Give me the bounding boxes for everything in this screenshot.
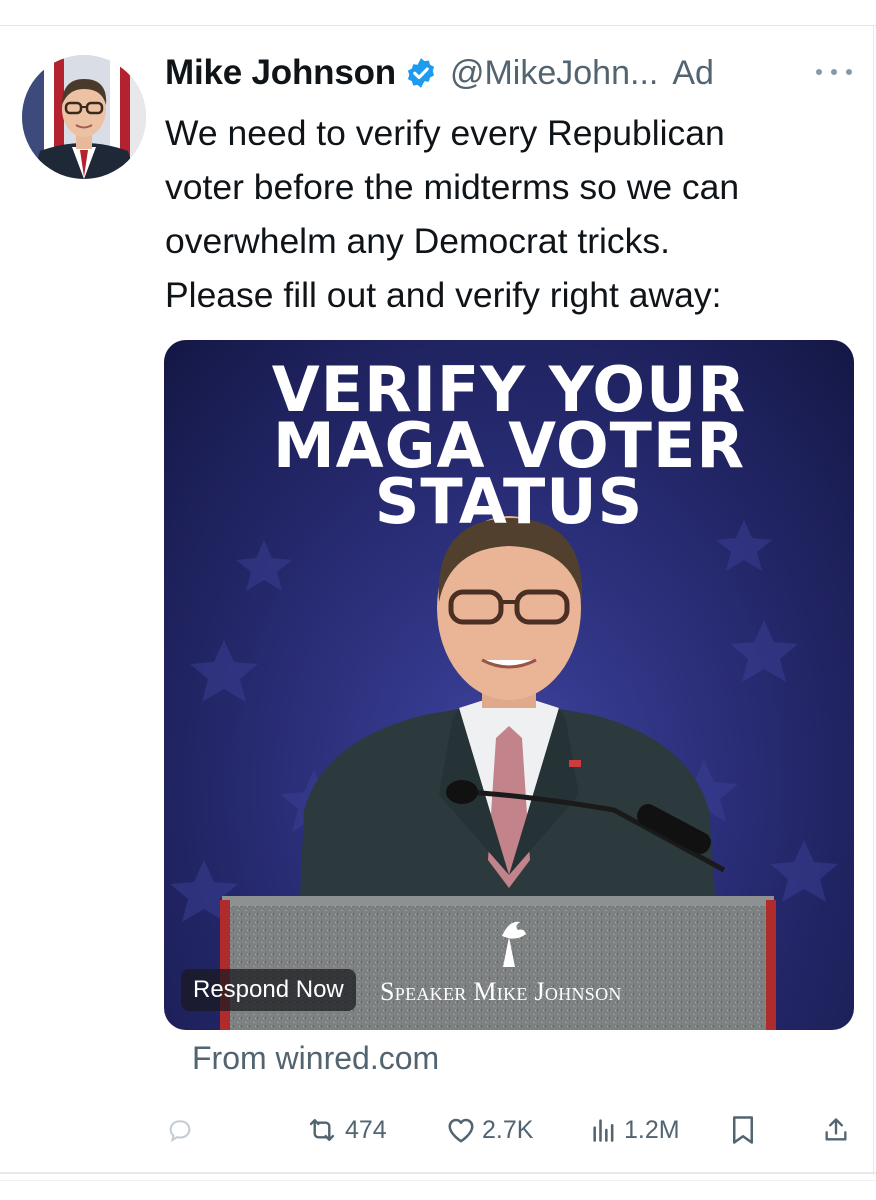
- verified-badge-icon: [404, 56, 438, 90]
- share-icon: [822, 1115, 850, 1145]
- tweet-action-bar: 474 2.7K 1.2M: [0, 1108, 876, 1152]
- media-headline: VERIFY YOUR MAGA VOTER STATUS: [164, 359, 854, 538]
- bookmark-icon: [730, 1115, 756, 1145]
- views-count: 1.2M: [624, 1115, 680, 1144]
- podium-brand-label: Speaker Mike Johnson: [380, 977, 622, 1006]
- author-avatar[interactable]: [22, 55, 146, 179]
- more-icon[interactable]: [816, 58, 852, 86]
- tweet-header: Mike Johnson @MikeJohn... Ad: [165, 50, 714, 96]
- reply-icon: [166, 1116, 194, 1144]
- views-icon: [590, 1116, 618, 1144]
- retweet-button[interactable]: 474: [305, 1108, 387, 1152]
- bookmark-button[interactable]: [730, 1108, 756, 1152]
- ad-media-card[interactable]: VERIFY YOUR MAGA VOTER STATUS: [164, 340, 854, 1030]
- podium-brand-text: Speaker Mike Johnson: [380, 977, 622, 1007]
- author-display-name[interactable]: Mike Johnson: [165, 53, 396, 93]
- top-divider: [0, 25, 876, 26]
- tweet-text: We need to verify every Republican voter…: [165, 106, 855, 322]
- right-divider: [873, 25, 874, 1175]
- heart-icon: [446, 1116, 476, 1144]
- ad-label: Ad: [672, 53, 714, 92]
- tweet-text-line: Please fill out and verify right away:: [165, 275, 722, 315]
- author-handle[interactable]: @MikeJohn...: [450, 54, 658, 93]
- respond-now-button[interactable]: Respond Now: [181, 969, 356, 1011]
- retweet-icon: [305, 1115, 339, 1145]
- retweet-count: 474: [345, 1115, 387, 1144]
- bottom-divider: [0, 1172, 876, 1174]
- ad-source-link[interactable]: From winred.com: [192, 1040, 439, 1077]
- tweet-text-line: We need to verify every Republican: [165, 113, 725, 153]
- share-button[interactable]: [822, 1108, 850, 1152]
- like-count: 2.7K: [482, 1115, 534, 1144]
- views-button[interactable]: 1.2M: [590, 1108, 680, 1152]
- bottom-divider-secondary: [0, 1180, 876, 1181]
- tweet-text-line: voter before the midterms so we can: [165, 167, 740, 207]
- reply-button[interactable]: [166, 1108, 194, 1152]
- like-button[interactable]: 2.7K: [446, 1108, 533, 1152]
- media-headline-line: STATUS: [374, 465, 644, 538]
- tweet-text-line: overwhelm any Democrat tricks.: [165, 221, 671, 261]
